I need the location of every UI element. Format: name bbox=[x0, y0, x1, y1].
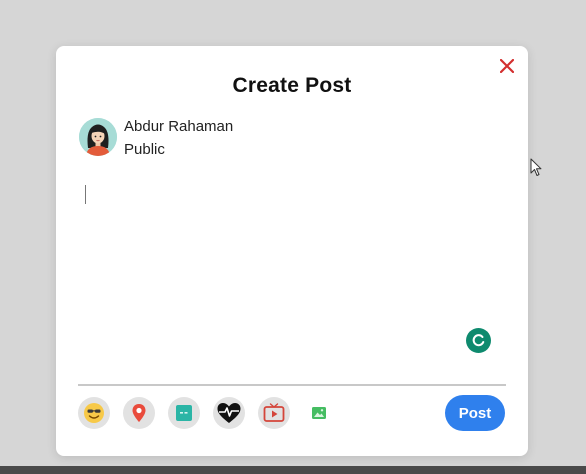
image-icon bbox=[312, 407, 326, 419]
close-button[interactable] bbox=[496, 55, 518, 77]
video-button[interactable] bbox=[258, 397, 290, 429]
user-name: Abdur Rahaman bbox=[124, 118, 234, 135]
grammar-g-icon bbox=[472, 334, 485, 347]
feeling-button[interactable] bbox=[78, 397, 110, 429]
close-icon bbox=[500, 59, 514, 73]
gif-button[interactable] bbox=[168, 397, 200, 429]
mouse-cursor-icon bbox=[530, 158, 542, 176]
create-post-modal: Create Post Abdur Rahaman Public Post bbox=[56, 46, 528, 456]
heartbeat-icon bbox=[217, 403, 241, 423]
user-avatar-icon bbox=[79, 118, 117, 156]
divider bbox=[78, 384, 506, 386]
video-play-icon bbox=[263, 403, 285, 422]
smiley-icon bbox=[84, 403, 104, 423]
text-caret bbox=[85, 185, 86, 204]
post-tools bbox=[78, 397, 335, 429]
location-pin-icon bbox=[132, 404, 146, 422]
privacy-selector[interactable]: Public bbox=[124, 141, 165, 158]
photo-button[interactable] bbox=[303, 397, 335, 429]
avatar bbox=[79, 118, 117, 156]
location-button[interactable] bbox=[123, 397, 155, 429]
gif-icon bbox=[176, 405, 192, 421]
grammar-assistant-icon[interactable] bbox=[466, 328, 491, 353]
life-event-button[interactable] bbox=[213, 397, 245, 429]
taskbar-strip bbox=[0, 466, 586, 474]
modal-title: Create Post bbox=[232, 74, 352, 97]
post-text-input[interactable] bbox=[80, 182, 500, 322]
post-button[interactable]: Post bbox=[445, 395, 505, 431]
